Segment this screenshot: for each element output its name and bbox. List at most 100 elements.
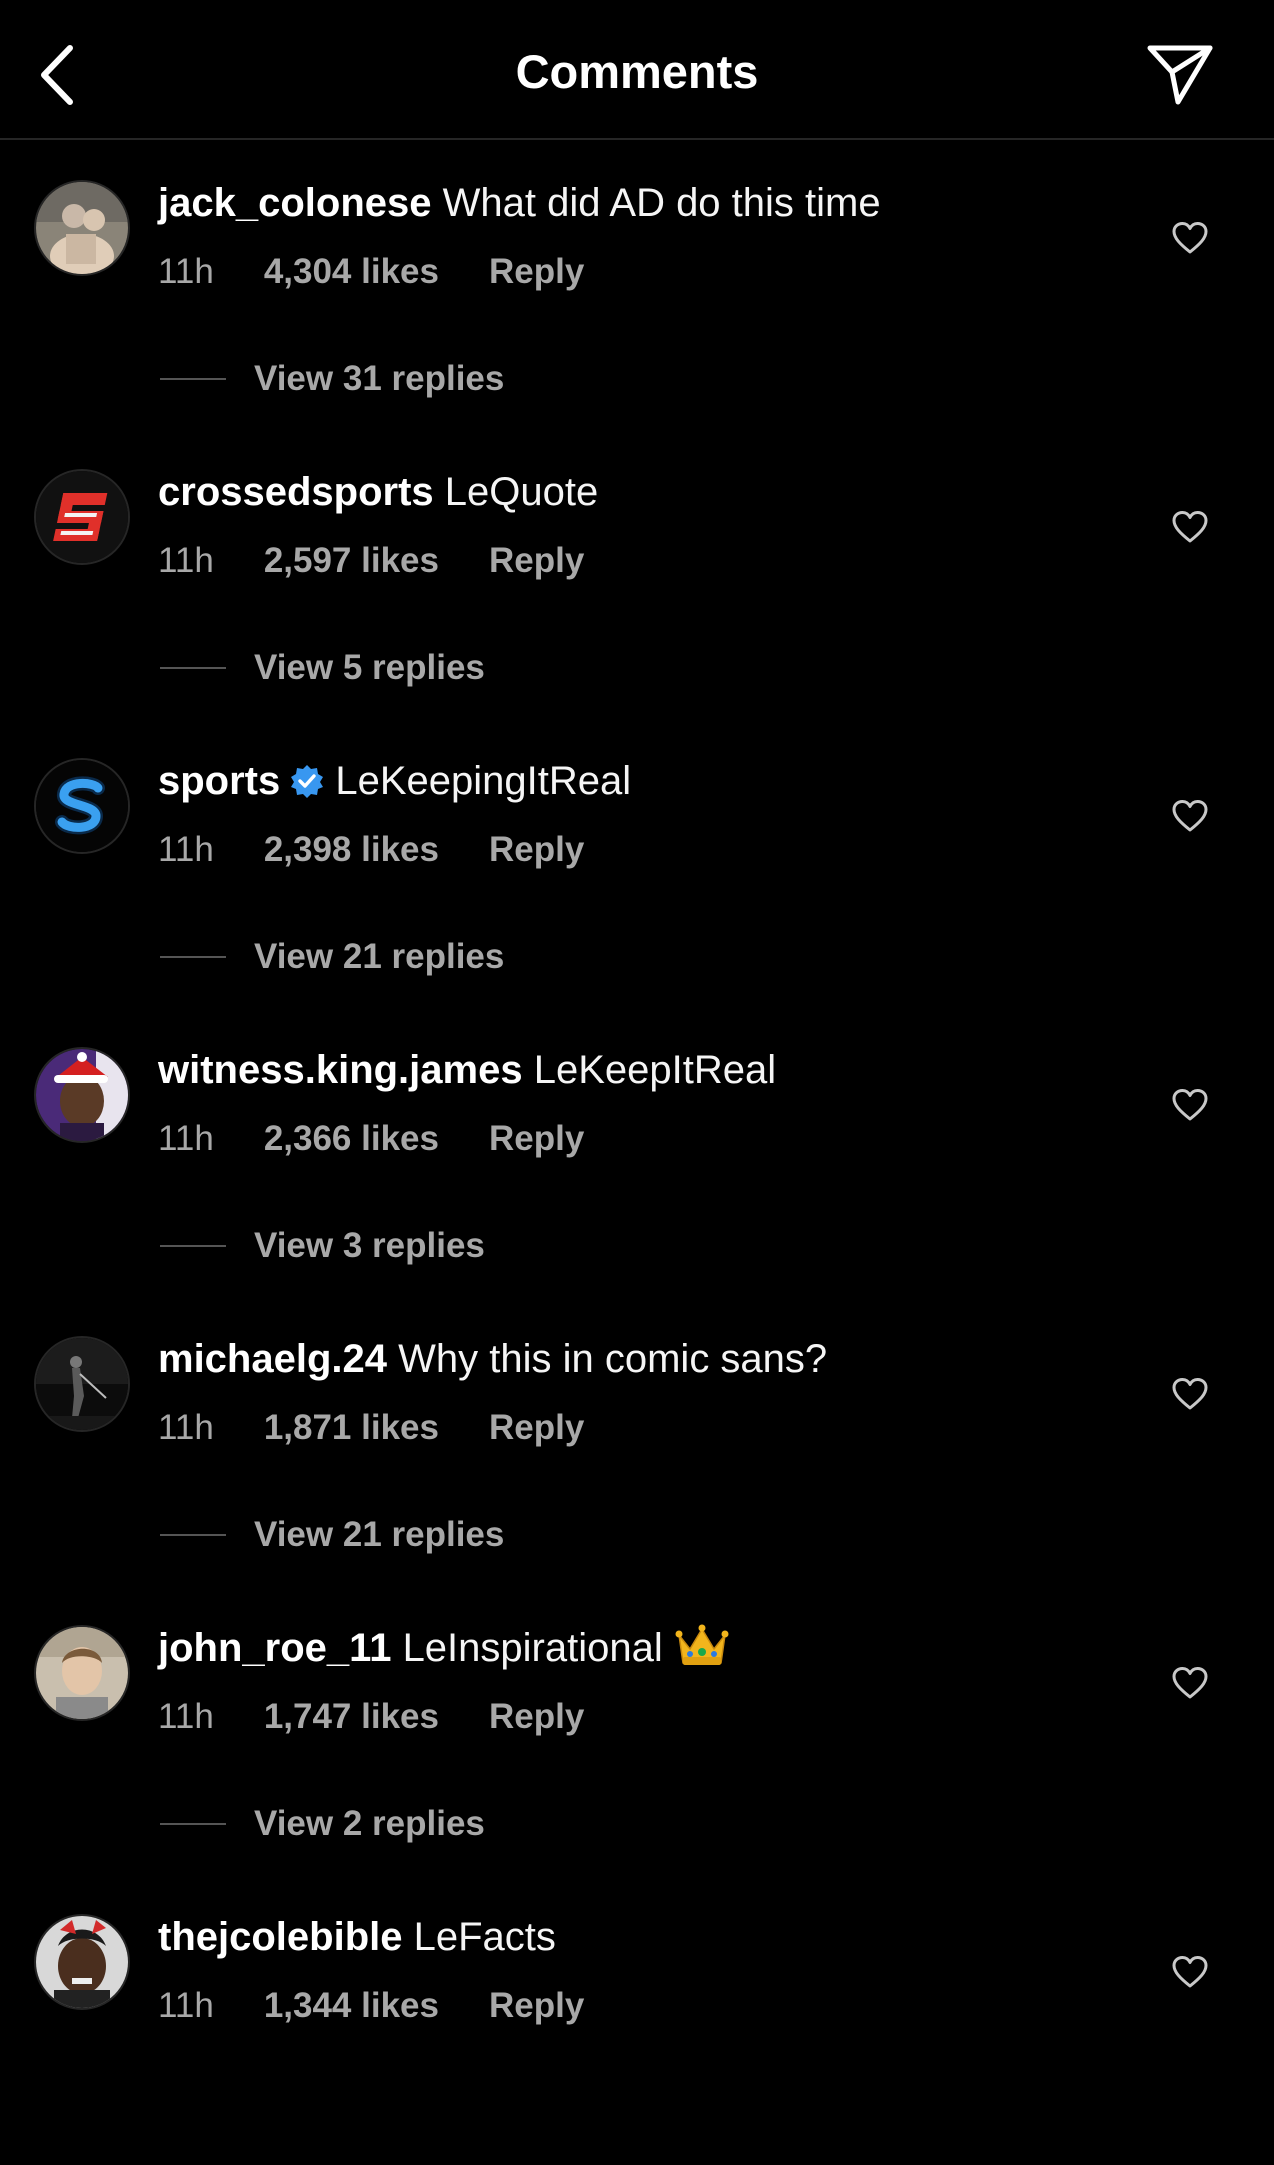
comment-timestamp: 11h [158,1697,214,1736]
comment-text-line: john_roe_11 LeInspirational [158,1623,1114,1673]
comment-body: LeKeepItReal [533,1048,777,1092]
comment-meta: 11h 1,344 likes Reply [158,1984,584,2028]
comment-like-count[interactable]: 1,344 likes [264,1984,439,2028]
replies-divider [160,378,226,380]
view-replies-button[interactable]: View 3 replies [160,1221,485,1271]
crown-emoji-icon [675,1624,729,1665]
replies-divider [160,956,226,958]
header-bar: Comments [0,0,1274,140]
view-replies-label: View 21 replies [254,937,505,976]
heart-icon [1172,1667,1208,1699]
comment-body: LeInspirational [402,1626,663,1670]
comment-body: Why this in comic sans? [398,1337,828,1381]
reply-button[interactable]: Reply [489,1117,584,1161]
view-replies-button[interactable]: View 21 replies [160,932,504,982]
heart-icon [1172,1089,1208,1121]
comment-body: What did AD do this time [442,181,881,225]
comment-username[interactable]: michaelg.24 [158,1337,387,1381]
comment-like-count[interactable]: 1,871 likes [264,1406,439,1450]
page-title: Comments [515,45,759,98]
comment-timestamp: 11h [158,830,214,869]
avatar[interactable] [34,1914,130,2010]
comment-like-count[interactable]: 4,304 likes [264,250,439,294]
comment-item: sports LeKeepingItReal 11h 2,398 likes Rep… [0,720,1274,1009]
avatar[interactable] [34,1047,130,1143]
avatar[interactable] [34,180,130,276]
user-photo-image [36,1627,128,1719]
comment-username[interactable]: witness.king.james [158,1048,523,1092]
view-replies-button[interactable]: View 5 replies [160,643,485,693]
comment-meta: 11h 2,597 likes Reply [158,539,584,583]
comment-username[interactable]: thejcolebible [158,1915,403,1959]
comment-meta: 11h 1,871 likes Reply [158,1406,584,1450]
like-button[interactable] [1166,1081,1214,1129]
reply-button[interactable]: Reply [489,250,584,294]
comment-timestamp: 11h [158,252,214,291]
view-replies-label: View 31 replies [254,359,505,398]
replies-divider [160,1534,226,1536]
comment-item: thejcolebible LeFacts 11h 1,344 likes Repl… [0,1876,1274,2165]
comment-body: LeKeepingItReal [335,759,632,803]
comment-text-line: crossedsports LeQuote [158,467,1114,517]
avatar[interactable] [34,469,130,565]
avatar[interactable] [34,758,130,854]
heart-icon [1172,1956,1208,1988]
reply-button[interactable]: Reply [489,1406,584,1450]
avatar[interactable] [34,1336,130,1432]
like-button[interactable] [1166,503,1214,551]
comment-text-line: witness.king.james LeKeepItReal [158,1045,1114,1095]
like-button[interactable] [1166,1659,1214,1707]
share-button[interactable] [1140,38,1220,110]
like-button[interactable] [1166,1370,1214,1418]
reply-button[interactable]: Reply [489,1984,584,2028]
comment-text-line: thejcolebible LeFacts [158,1912,1114,1962]
comment-timestamp: 11h [158,1986,214,2025]
comment-timestamp: 11h [158,541,214,580]
comment-username[interactable]: sports [158,759,280,803]
comment-meta: 11h 1,747 likes Reply [158,1695,584,1739]
replies-divider [160,1823,226,1825]
heart-icon [1172,222,1208,254]
view-replies-button[interactable]: View 2 replies [160,1799,485,1849]
comment-timestamp: 11h [158,1119,214,1158]
replies-divider [160,667,226,669]
comment-item: crossedsports LeQuote 11h 2,597 likes Repl… [0,431,1274,720]
user-photo-image [36,1916,128,2008]
user-photo-image [36,182,128,274]
crossedsports-logo [36,471,128,563]
comment-username[interactable]: john_roe_11 [158,1626,391,1670]
heart-icon [1172,511,1208,543]
like-button[interactable] [1166,214,1214,262]
user-photo-image [36,1049,128,1141]
comment-like-count[interactable]: 2,398 likes [264,828,439,872]
heart-icon [1172,800,1208,832]
reply-button[interactable]: Reply [489,539,584,583]
reply-button[interactable]: Reply [489,1695,584,1739]
comment-like-count[interactable]: 2,597 likes [264,539,439,583]
comment-timestamp: 11h [158,1408,214,1447]
comment-item: jack_colonese What did AD do this time 1… [0,142,1274,431]
comment-meta: 11h 4,304 likes Reply [158,250,584,294]
comment-like-count[interactable]: 2,366 likes [264,1117,439,1161]
view-replies-button[interactable]: View 21 replies [160,1510,504,1560]
comment-text-line: michaelg.24 Why this in comic sans? [158,1334,1114,1384]
comment-text-line: sports LeKeepingItReal [158,756,1114,806]
user-photo-image [36,1338,128,1430]
view-replies-label: View 21 replies [254,1515,505,1554]
view-replies-label: View 5 replies [254,648,485,687]
view-replies-label: View 2 replies [254,1804,485,1843]
comment-username[interactable]: jack_colonese [158,181,432,225]
comment-like-count[interactable]: 1,747 likes [264,1695,439,1739]
avatar[interactable] [34,1625,130,1721]
paper-plane-icon [1147,45,1213,105]
view-replies-button[interactable]: View 31 replies [160,354,504,404]
comment-item: witness.king.james LeKeepItReal 11h 2,366… [0,1009,1274,1298]
reply-button[interactable]: Reply [489,828,584,872]
comment-item: michaelg.24 Why this in comic sans? 11h 1… [0,1298,1274,1587]
like-button[interactable] [1166,1948,1214,1996]
heart-icon [1172,1378,1208,1410]
like-button[interactable] [1166,792,1214,840]
comment-item: john_roe_11 LeInspirational 11h 1,747 lik… [0,1587,1274,1876]
comment-username[interactable]: crossedsports [158,470,434,514]
comment-body: LeQuote [444,470,599,514]
